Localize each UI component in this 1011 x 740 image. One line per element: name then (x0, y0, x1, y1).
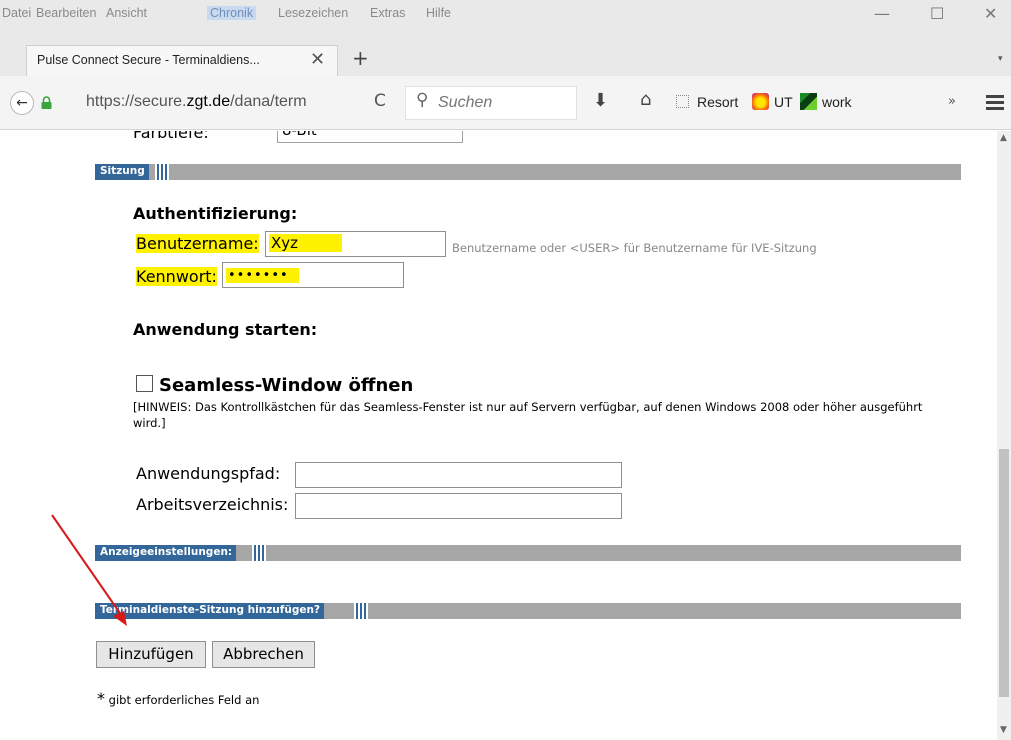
bookmark-ut[interactable]: UT (774, 94, 793, 110)
add-button[interactable]: Hinzufügen (96, 641, 206, 668)
new-tab-button[interactable]: + (352, 46, 369, 70)
lock-icon[interactable] (41, 96, 52, 109)
section-bar-add-session: Terminaldienste-Sitzung hinzufügen? (95, 603, 961, 619)
scroll-up-icon[interactable]: ▲ (1000, 133, 1007, 143)
required-field-footnote: * gibt erforderliches Feld an (97, 689, 259, 708)
password-value: ••••••• (226, 268, 299, 283)
menu-bearbeiten[interactable]: Bearbeiten (36, 6, 96, 20)
maximize-button[interactable]: ☐ (930, 4, 944, 23)
url-prefix: https://secure. (86, 93, 187, 110)
bookmark-page-icon (676, 95, 689, 108)
username-label: Benutzername: (136, 234, 259, 253)
url-path: /dana/term (230, 93, 307, 110)
section-title-add-session: Terminaldienste-Sitzung hinzufügen? (95, 603, 325, 619)
home-icon[interactable]: ⌂ (640, 89, 651, 110)
seamless-window-checkbox[interactable] (136, 375, 153, 392)
tab-list-chevron-icon[interactable]: ▾ (998, 54, 1003, 64)
color-depth-label: Farbtiefe: (133, 131, 209, 142)
section-stripes (354, 603, 368, 619)
reload-icon[interactable]: C (374, 91, 386, 111)
section-stripes (155, 164, 169, 180)
bookmarks-overflow-icon[interactable]: » (948, 94, 956, 109)
search-input[interactable] (436, 93, 566, 113)
work-dir-input[interactable] (295, 493, 622, 519)
section-title-sitzung: Sitzung (95, 164, 149, 180)
bookmark-ut-icon (752, 93, 769, 110)
search-icon: ⚲ (416, 90, 429, 110)
menu-hilfe[interactable]: Hilfe (426, 6, 451, 20)
minimize-button[interactable]: — (874, 4, 890, 23)
back-button[interactable]: ← (10, 91, 34, 115)
footnote-text: gibt erforderliches Feld an (108, 693, 260, 707)
app-path-input[interactable] (295, 462, 622, 488)
section-bar-display: Anzeigeeinstellungen: (95, 545, 961, 561)
section-title-display[interactable]: Anzeigeeinstellungen: (95, 545, 237, 561)
scroll-down-icon[interactable]: ▼ (1000, 725, 1007, 735)
menu-ansicht[interactable]: Ansicht (106, 6, 147, 20)
seamless-window-label: Seamless-Window öffnen (159, 375, 414, 396)
menu-bar: Datei Bearbeiten Ansicht Chronik Lesezei… (0, 0, 1011, 34)
vertical-scrollbar[interactable]: ▲ ▼ (997, 131, 1011, 740)
search-box[interactable]: ⚲ (405, 86, 577, 120)
page-content: Farbtiefe: 8-Bit Sitzung Authentifizieru… (0, 131, 997, 740)
tab-title: Pulse Connect Secure - Terminaldiens... (37, 53, 260, 67)
menu-lesezeichen[interactable]: Lesezeichen (278, 6, 348, 20)
bookmark-work-icon (800, 93, 817, 110)
scrollbar-thumb[interactable] (999, 449, 1009, 697)
section-stripes (252, 545, 266, 561)
tab-strip: Pulse Connect Secure - Terminaldiens... … (0, 34, 1011, 76)
bookmark-work[interactable]: work (822, 94, 852, 110)
hamburger-menu-icon[interactable] (986, 95, 1004, 113)
tab-pulse-connect[interactable]: Pulse Connect Secure - Terminaldiens... … (26, 45, 338, 76)
auth-heading: Authentifizierung: (133, 204, 298, 223)
username-hint: Benutzername oder <USER> für Benutzernam… (452, 241, 817, 255)
menu-datei[interactable]: Datei (2, 6, 31, 20)
app-path-label: Anwendungspfad: (136, 464, 281, 483)
menu-chronik[interactable]: Chronik (207, 6, 257, 20)
section-bar-sitzung: Sitzung (95, 164, 961, 180)
close-window-button[interactable]: ✕ (984, 4, 997, 23)
app-start-heading: Anwendung starten: (133, 320, 318, 339)
bookmark-resort[interactable]: Resort (697, 94, 738, 110)
password-label: Kennwort: (136, 267, 217, 286)
username-value: Xyz (269, 234, 343, 252)
download-icon[interactable]: ⬇ (593, 90, 608, 111)
password-field[interactable]: ••••••• (222, 262, 404, 288)
color-depth-select[interactable]: 8-Bit (277, 131, 463, 143)
required-star: * (97, 689, 105, 708)
tab-close-icon[interactable]: ✕ (310, 49, 325, 70)
seamless-note: [HINWEIS: Das Kontrollkästchen für das S… (133, 400, 923, 430)
username-field[interactable]: Xyz (265, 231, 446, 257)
menu-extras[interactable]: Extras (370, 6, 405, 20)
work-dir-label: Arbeitsverzeichnis: (136, 495, 289, 514)
url-bar[interactable]: https://secure.zgt.de/dana/term (86, 93, 307, 111)
navigation-bar: ← https://secure.zgt.de/dana/term C ⚲ ⬇ … (0, 76, 1011, 130)
cancel-button[interactable]: Abbrechen (212, 641, 315, 668)
url-host: zgt.de (186, 93, 231, 110)
